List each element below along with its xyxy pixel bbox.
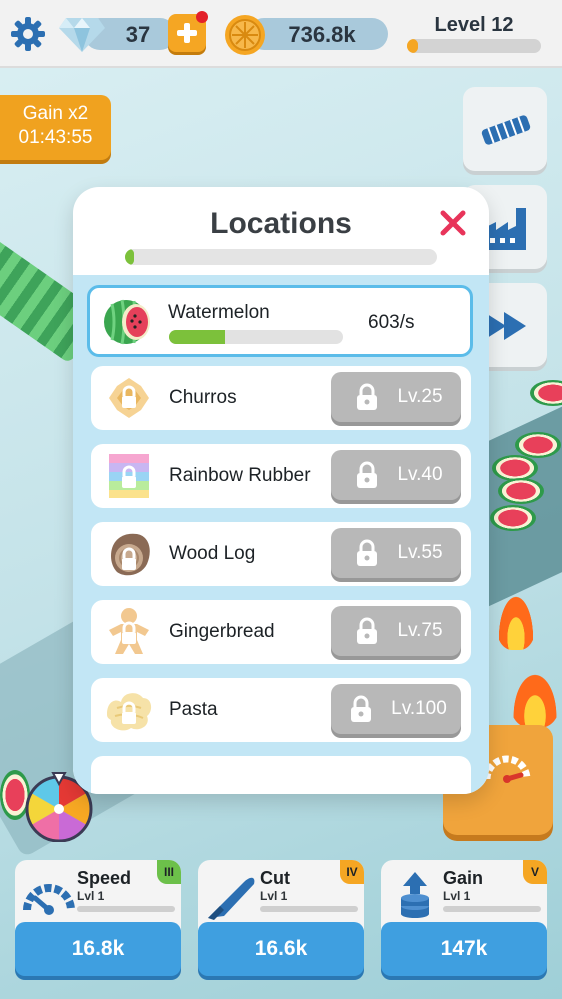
fire-effect (496, 590, 536, 650)
location-rate: 603/s (368, 312, 415, 333)
upgrade-title: Speed (77, 868, 132, 888)
conveyor-button[interactable] (463, 87, 547, 171)
lock-icon (351, 695, 371, 722)
upgrade-info: Cut Lvl 1 IV (198, 860, 364, 930)
gain-boost-badge[interactable]: Gain x2 01:43:55 (0, 95, 111, 160)
unlock-level: Lv.55 (397, 542, 443, 563)
upgrade-progress-bar (77, 906, 175, 912)
knife-icon (208, 877, 255, 920)
location-row-next[interactable] (91, 756, 471, 794)
location-row-pasta[interactable]: Pasta Lv.100 (91, 678, 471, 742)
coin-count: 736.8k (288, 22, 356, 47)
upgrade-card-speed: Speed Lvl 1 III 16.8k (15, 860, 181, 980)
level-progress-bar (407, 39, 541, 53)
upgrade-level: Lvl 1 (77, 889, 105, 903)
lock-icon (357, 461, 377, 488)
upgrade-info: Gain Lvl 1 V (381, 860, 547, 930)
gear-icon[interactable] (10, 16, 46, 52)
level-label: Level 12 (434, 14, 514, 36)
unlock-level: Lv.25 (397, 386, 443, 407)
upgrade-level: Lvl 1 (260, 889, 288, 903)
churros-icon (109, 378, 149, 418)
level-progress-fill (407, 39, 418, 53)
gem-count: 37 (125, 22, 151, 47)
fire-effect (510, 668, 560, 728)
top-bar: 37 736.8k Level 12 (0, 0, 562, 68)
locked-button[interactable]: Lv.75 (331, 606, 461, 656)
upgrade-tier-badge: III (157, 860, 181, 884)
location-progress-fill (169, 330, 225, 344)
watermelon-slice (490, 505, 536, 531)
location-progress-bar (169, 330, 343, 344)
location-row-gingerbread[interactable]: Gingerbread Lv.75 (91, 600, 471, 664)
watermelon-slice (498, 478, 544, 504)
modal-title: Locations (210, 207, 352, 240)
location-name: Pasta (169, 699, 218, 720)
locations-modal: Locations Watermelon 603/s Churros Lv.25… (73, 187, 489, 794)
upgrade-gain-button[interactable]: 147k (381, 922, 547, 976)
lock-icon (357, 539, 377, 566)
coin-icon (225, 15, 265, 55)
location-name: Rainbow Rubber (169, 465, 311, 486)
upgrade-title: Cut (260, 868, 290, 888)
unlock-level: Lv.40 (397, 464, 443, 485)
unlock-level: Lv.100 (391, 698, 447, 719)
speedometer-icon (23, 884, 75, 915)
upgrade-progress-bar (443, 906, 541, 912)
unlock-level: Lv.75 (397, 620, 443, 641)
upgrade-progress-bar (260, 906, 358, 912)
location-name: Watermelon (168, 302, 270, 323)
gain-boost-title: Gain x2 (22, 103, 89, 124)
lock-icon (357, 383, 377, 410)
locked-button[interactable]: Lv.55 (331, 528, 461, 578)
location-name: Churros (169, 387, 237, 408)
upgrade-card-cut: Cut Lvl 1 IV 16.6k (198, 860, 364, 980)
rainbow-rubber-icon (109, 454, 149, 498)
gain-boost-timer: 01:43:55 (18, 127, 93, 148)
conveyor-icon (481, 115, 531, 145)
location-name: Gingerbread (169, 621, 275, 642)
upgrade-level: Lvl 1 (443, 889, 471, 903)
pasta-icon (107, 693, 152, 731)
upgrade-cut-button[interactable]: 16.6k (198, 922, 364, 976)
diamond-icon (59, 18, 105, 52)
upgrade-info: Speed Lvl 1 III (15, 860, 181, 930)
close-icon[interactable] (439, 209, 467, 237)
upgrade-speed-button[interactable]: 16.8k (15, 922, 181, 976)
location-row-wood-log[interactable]: Wood Log Lv.55 (91, 522, 471, 586)
locations-progress-bar (125, 249, 437, 265)
watermelon-slice (492, 455, 538, 481)
coin-stack-up-icon (401, 872, 429, 918)
watermelon-slice (515, 432, 561, 458)
notification-dot (196, 11, 208, 23)
locked-button[interactable]: Lv.40 (331, 450, 461, 500)
locked-button[interactable]: Lv.25 (331, 372, 461, 422)
upgrade-tier-badge: IV (340, 860, 364, 884)
lock-icon (357, 617, 377, 644)
upgrade-title: Gain (443, 868, 484, 888)
watermelon-icon (104, 299, 150, 345)
location-row-churros[interactable]: Churros Lv.25 (91, 366, 471, 430)
wood-log-icon (111, 533, 150, 576)
location-row-rainbow-rubber[interactable]: Rainbow Rubber Lv.40 (91, 444, 471, 508)
locations-list[interactable]: Watermelon 603/s Churros Lv.25 Rainbow R… (73, 275, 489, 794)
location-row-watermelon[interactable]: Watermelon 603/s (87, 285, 473, 357)
upgrade-tier-badge: V (523, 860, 547, 884)
upgrade-card-gain: Gain Lvl 1 V 147k (381, 860, 547, 980)
location-name: Wood Log (169, 543, 256, 564)
locked-button[interactable]: Lv.100 (331, 684, 461, 734)
locations-progress-fill (125, 249, 135, 265)
gingerbread-icon (109, 608, 149, 654)
